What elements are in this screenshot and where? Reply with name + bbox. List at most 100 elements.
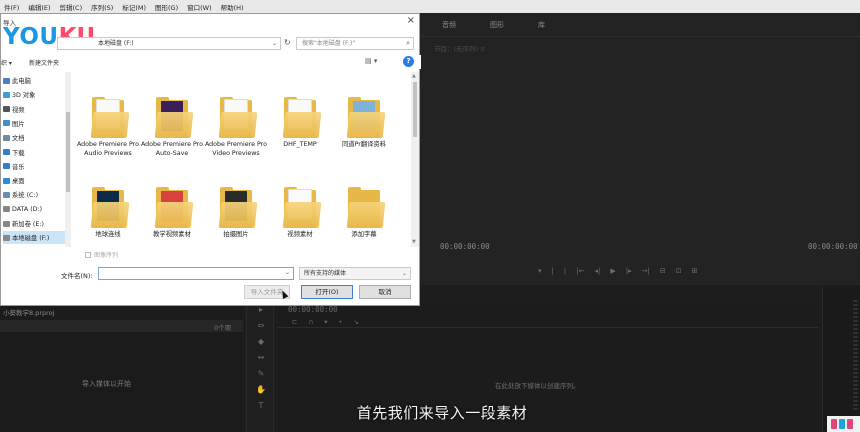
menu-item[interactable]: 剪辑(C) [60,2,83,12]
checkbox-box[interactable] [85,251,91,258]
menu-bar: 件(F) 编辑(E) 剪辑(C) 序列(S) 标记(M) 图形(G) 窗口(W) 帮助(H) [0,0,860,13]
program-monitor-panel: 音频 图形 库 节目：(无序列) ≡ 00:00:00:00 00:00:00:00… [420,13,860,285]
transport-control-icon[interactable]: | [564,267,566,275]
file-scroll-thumb[interactable] [413,82,417,137]
nav-item[interactable]: 新加卷 (E:) [3,217,44,230]
search-icon[interactable]: ⌕ [406,38,410,49]
nav-item[interactable]: 本地磁盘 (F:) [3,231,65,245]
transport-control-icon[interactable]: |▸ [626,267,632,275]
folder-label: 视频素材 [287,231,313,238]
menu-item[interactable]: 件(F) [4,2,19,12]
image-sequence-checkbox[interactable]: 图像序列 [85,250,118,259]
timeline-tool-icon[interactable]: ∩ [308,318,313,326]
file-type-filter[interactable]: 所有支持的媒体 ⌄ [299,267,411,280]
search-input[interactable]: 搜索"本地磁盘 (F:)" ⌕ [296,37,414,50]
timeline-tool-icons: ⊏ ∩ ▾ • ↘ [292,318,359,326]
menu-item[interactable]: 窗口(W) [187,2,212,12]
folder-icon [150,94,194,138]
nav-item[interactable]: 此电脑 [3,74,31,87]
transport-control-icon[interactable]: ▾ [538,267,542,275]
nav-item[interactable]: 桌面 [3,174,25,187]
cancel-button[interactable]: 取消 [359,285,411,299]
nav-item-label: 图片 [12,120,25,128]
audio-meter-bar [853,300,858,410]
video-icon [3,106,10,113]
download-icon [3,149,10,155]
folder-item[interactable]: DHF_TEMP [267,94,333,150]
nav-item[interactable]: 下载 [3,146,25,159]
chevron-down-icon[interactable]: ⌄ [285,269,290,276]
nav-item[interactable]: 系统 (C:) [3,188,38,201]
chevron-down-icon[interactable]: ⌄ [272,38,277,49]
panel-tab[interactable]: 图形 [490,20,504,30]
nav-scrollbar[interactable] [65,72,71,247]
drive-icon [3,191,10,198]
folder-item[interactable]: 教学视频素材 [139,184,205,240]
image-sequence-label: 图像序列 [94,252,119,259]
tool-icon[interactable]: ✎ [256,370,266,378]
scroll-down-icon[interactable]: ▼ [412,239,416,245]
menu-item[interactable]: 图形(G) [155,2,178,12]
file-list: Adobe Premiere Pro Audio Previews Adobe P… [75,72,411,247]
folder-item[interactable]: Adobe Premiere Pro Auto-Save [139,94,205,158]
folder-item[interactable]: 添加字幕 [331,184,397,240]
timeline-tool-icon[interactable]: ⊏ [292,318,297,326]
menu-item[interactable]: 编辑(E) [28,2,50,12]
scroll-up-icon[interactable]: ▲ [412,73,416,79]
nav-item-label: 文档 [12,135,25,143]
nav-item[interactable]: DATA (D:) [3,203,42,216]
tool-icon[interactable]: ◆ [256,338,266,346]
timeline-timecode: 00:00:00:00 [288,305,338,314]
timeline-tool-icon[interactable]: ↘ [353,318,358,326]
transport-control-icon[interactable]: →| [642,267,650,275]
refresh-icon[interactable]: ↻ [284,38,291,47]
nav-item[interactable]: 视频 [3,103,25,116]
view-options-icon[interactable]: ▤ ▾ [365,57,377,65]
folder-item[interactable]: Adobe Premiere Pro Video Previews [203,94,269,158]
transport-control-icon[interactable]: ⊟ [660,267,666,275]
folder-label: Adobe Premiere Pro Video Previews [204,141,267,157]
nav-item[interactable]: 图片 [3,117,25,130]
nav-item[interactable]: 3D 对象 [3,88,35,101]
tool-icon[interactable]: ✋ [256,386,266,394]
tool-icon[interactable]: ▸ [256,306,266,314]
panel-tab[interactable]: 音频 [442,20,456,30]
chevron-down-icon[interactable]: ⌄ [402,268,407,279]
import-dialog: 导入 × YOUKU 本地磁盘 (F:) ⌄ ↻ 搜索"本地磁盘 (F:)" ⌕… [0,13,421,306]
address-row: 本地磁盘 (F:) ⌄ ↻ 搜索"本地磁盘 (F:)" ⌕ [1,36,421,52]
timeline-tool-icon[interactable]: ▾ [324,318,327,326]
tool-icon[interactable]: ↔ [256,354,266,362]
new-folder-button[interactable]: 新建文件夹 [29,58,59,67]
transport-control-icon[interactable]: ⊡ [676,267,682,275]
folder-item[interactable]: 地球连线 [75,184,141,240]
nav-item-label: 音乐 [12,163,25,171]
tool-icon[interactable]: ⇔ [256,322,266,330]
open-button[interactable]: 打开(O) [301,285,353,299]
transport-control-icon[interactable]: ⊞ [692,267,698,275]
filename-input[interactable]: ⌄ [98,267,294,280]
cube-icon [3,91,10,98]
navigation-pane: 此电脑 3D 对象视频图片文档下载音乐桌面 系统 (C:) DATA (D:) 新加卷 … [1,72,65,247]
nav-scroll-thumb[interactable] [66,112,70,192]
folder-item[interactable]: 视频素材 [267,184,333,240]
address-bar[interactable]: 本地磁盘 (F:) ⌄ [57,37,281,50]
menu-item[interactable]: 序列(S) [91,2,113,12]
transport-control-icon[interactable]: ▶ [610,267,615,275]
transport-control-icon[interactable]: |← [576,267,584,275]
menu-item[interactable]: 标记(M) [122,2,146,12]
organize-button[interactable]: 织 ▾ [1,58,12,67]
transport-control-icon[interactable]: ◂| [594,267,600,275]
help-icon[interactable]: ? [403,56,414,67]
nav-item[interactable]: 文档 [3,131,25,144]
transport-control-icon[interactable]: | [552,267,554,275]
timeline-tool-icon[interactable]: • [338,318,342,326]
panel-tab[interactable]: 库 [538,20,545,30]
folder-item[interactable]: 拍摄图片 [203,184,269,240]
file-list-scrollbar[interactable]: ▲ ▼ [411,72,419,247]
menu-item[interactable]: 帮助(H) [221,2,244,12]
close-icon[interactable]: × [407,15,415,26]
folder-item[interactable]: Adobe Premiere Pro Audio Previews [75,94,141,158]
folder-item[interactable]: 同道Pr翻译资料 [331,94,397,150]
nav-item[interactable]: 音乐 [3,160,25,173]
project-search-strip[interactable] [0,320,243,332]
